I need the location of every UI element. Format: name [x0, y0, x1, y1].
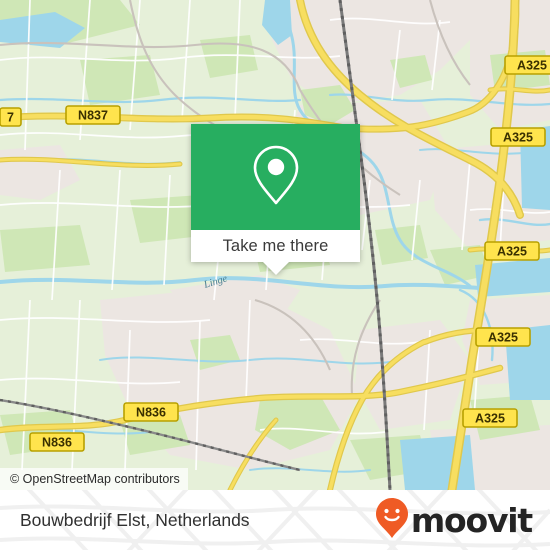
take-me-there-label: Take me there — [222, 236, 329, 255]
take-me-there-button[interactable]: Take me there — [191, 230, 360, 275]
moovit-wordmark: moovit — [410, 500, 533, 540]
footer-bar: Bouwbedrijf Elst, Netherlands moovit — [0, 490, 550, 550]
callout-tail-pointer — [262, 262, 289, 275]
map-screenshot: Linge 7 N837 A325 A325 A325 A325 A325 N836 N836 … — [0, 0, 550, 550]
osm-attribution[interactable]: © OpenStreetMap contributors — [0, 468, 188, 490]
destination-callout[interactable]: Take me there — [191, 124, 360, 275]
location-pin-icon — [251, 144, 301, 211]
moovit-smiley-pin-icon — [375, 497, 409, 544]
page-title: Bouwbedrijf Elst, Netherlands — [20, 510, 250, 530]
moovit-logo[interactable]: moovit — [375, 490, 533, 550]
callout-icon-area — [191, 124, 360, 230]
